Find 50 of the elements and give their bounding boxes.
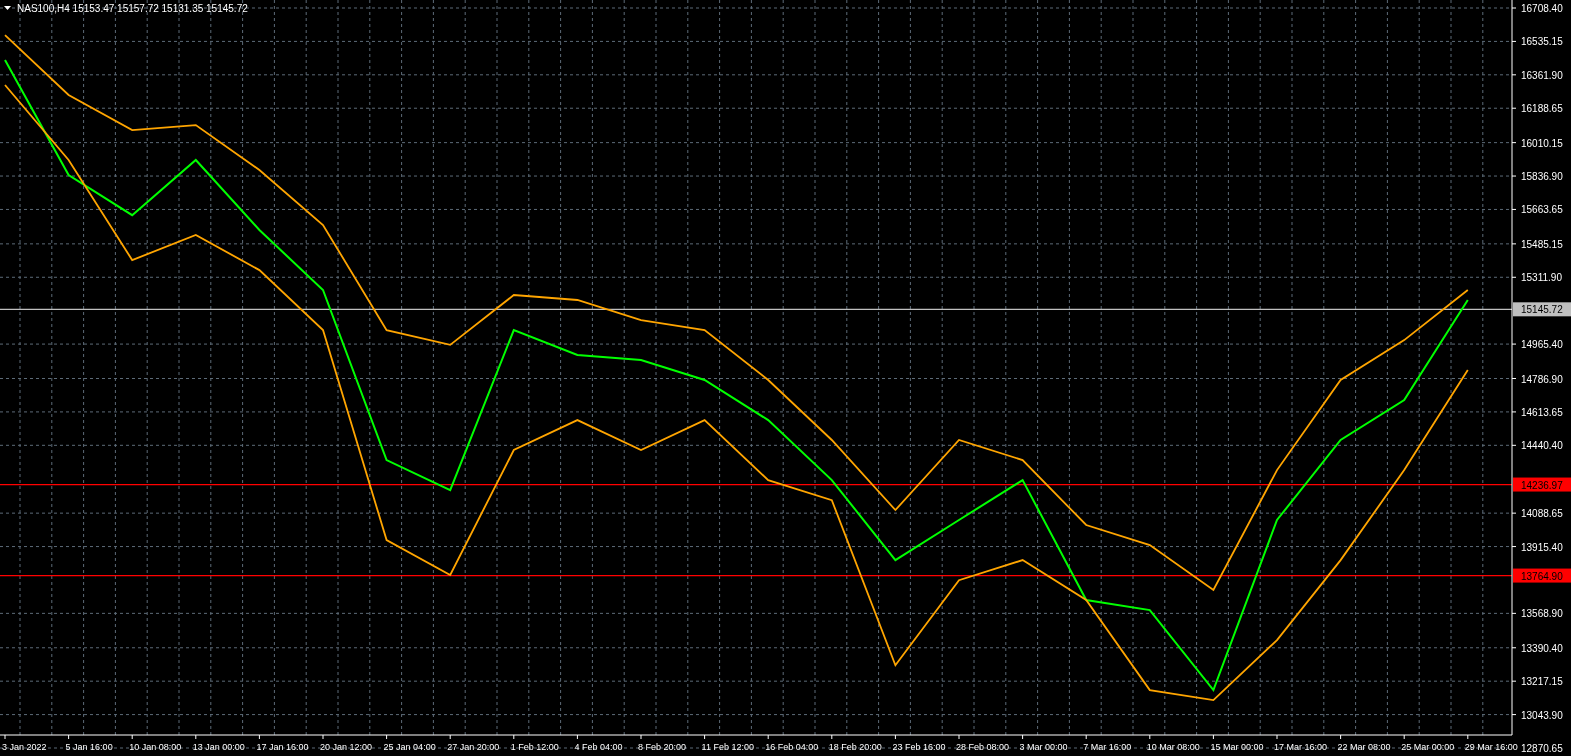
time-axis-label: 10 Jan 08:00 [129,742,182,752]
price-axis-label: 13390.40 [1521,642,1563,654]
price-axis-label: 16188.65 [1521,103,1563,115]
time-axis-label: 18 Feb 20:00 [828,742,882,752]
time-axis-label: 4 Feb 04:00 [574,742,623,752]
dropdown-triangle-icon[interactable] [4,6,11,10]
time-axis-label: 29 Mar 16:00 [1464,742,1518,752]
time-axis-label: 5 Jan 16:00 [65,742,113,752]
time-axis-label: 25 Jan 04:00 [383,742,436,752]
time-axis-label: 22 Mar 08:00 [1337,742,1391,752]
time-axis-label: 28 Feb 08:00 [956,742,1010,752]
price-axis-label: 13043.90 [1521,709,1563,721]
time-axis-label: 11 Feb 12:00 [701,742,754,752]
price-axis-label: 16708.40 [1521,3,1563,14]
price-axis-label: 15663.65 [1521,204,1563,216]
price-axis-label: 14088.65 [1521,508,1563,520]
price-axis-label: 15836.90 [1521,171,1563,183]
price-axis-label: 14786.90 [1521,373,1563,385]
price-axis-label: 13217.15 [1521,676,1563,688]
time-axis-label: 1 Feb 12:00 [510,742,559,752]
time-axis-label: 16 Feb 04:00 [765,742,819,752]
price-tag: 15145.72 [1513,302,1571,317]
price-axis-label: 13915.40 [1521,541,1563,553]
price-axis-label: 12870.65 [1521,743,1563,754]
price-axis-label: 16010.15 [1521,137,1563,149]
price-axis-label: 14613.65 [1521,406,1563,418]
time-axis-label: 25 Mar 00:00 [1401,742,1455,752]
price-axis-label: 16535.15 [1521,36,1563,48]
price-axis-label: 16361.90 [1521,69,1563,81]
time-axis-label: 15 Mar 00:00 [1210,742,1264,752]
price-axis-label: 13568.90 [1521,608,1563,620]
ref-line-label: 13764.90 [1521,570,1564,582]
time-axis-label: 17 Mar 16:00 [1274,742,1328,752]
time-axis-label: 7 Mar 16:00 [1083,742,1132,752]
price-axis-label: 14965.40 [1521,339,1563,351]
price-axis-label: 15485.15 [1521,238,1563,250]
time-axis-label: 17 Jan 16:00 [256,742,309,752]
ref-line-label: 14236.97 [1521,479,1564,491]
price-axis-label: 15311.90 [1521,272,1562,284]
time-axis-label: 3 Mar 00:00 [1019,742,1068,752]
price-axis-label: 14440.40 [1521,440,1563,452]
time-axis-label: 27 Jan 20:00 [447,742,500,752]
time-axis-label: 10 Mar 08:00 [1146,742,1200,752]
time-axis-label: 13 Jan 00:00 [192,742,245,752]
time-axis-label: 8 Feb 20:00 [638,742,687,752]
time-axis-label: 23 Feb 16:00 [892,742,946,752]
chart-header: NAS100,H4 15153.47 15157.72 15131.35 15145.72 [17,3,248,14]
time-axis-label: 20 Jan 12:00 [320,742,373,752]
ref-line-label: 15145.72 [1521,304,1564,316]
time-axis-label: 3 Jan 2022 [2,742,47,752]
